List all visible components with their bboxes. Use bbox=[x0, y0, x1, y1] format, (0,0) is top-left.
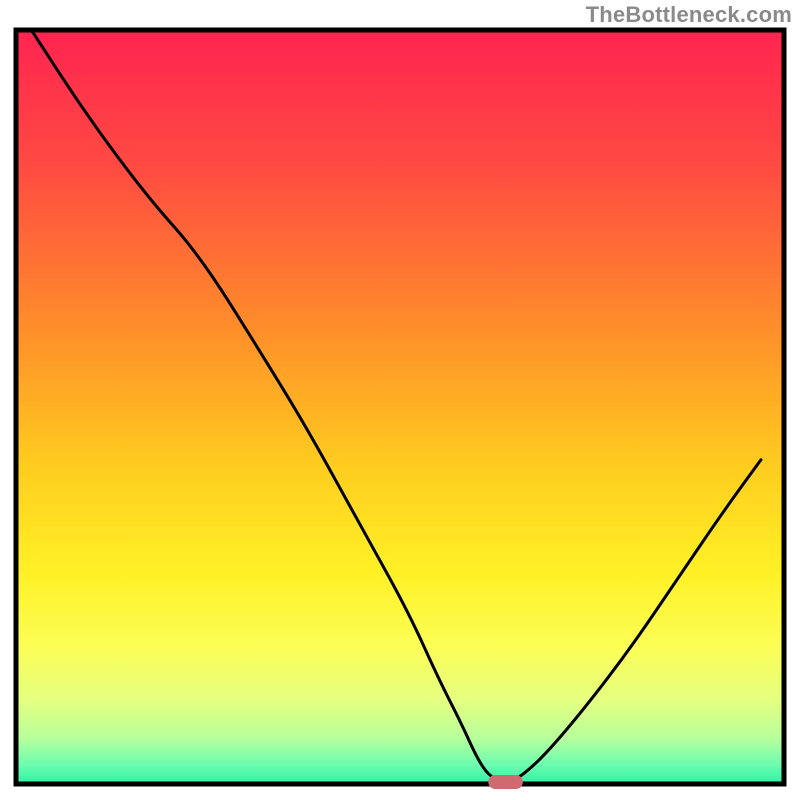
optimal-marker bbox=[488, 775, 523, 789]
chart-frame: TheBottleneck.com bbox=[0, 0, 800, 800]
plot-background bbox=[16, 30, 784, 784]
bottleneck-chart bbox=[0, 0, 800, 800]
